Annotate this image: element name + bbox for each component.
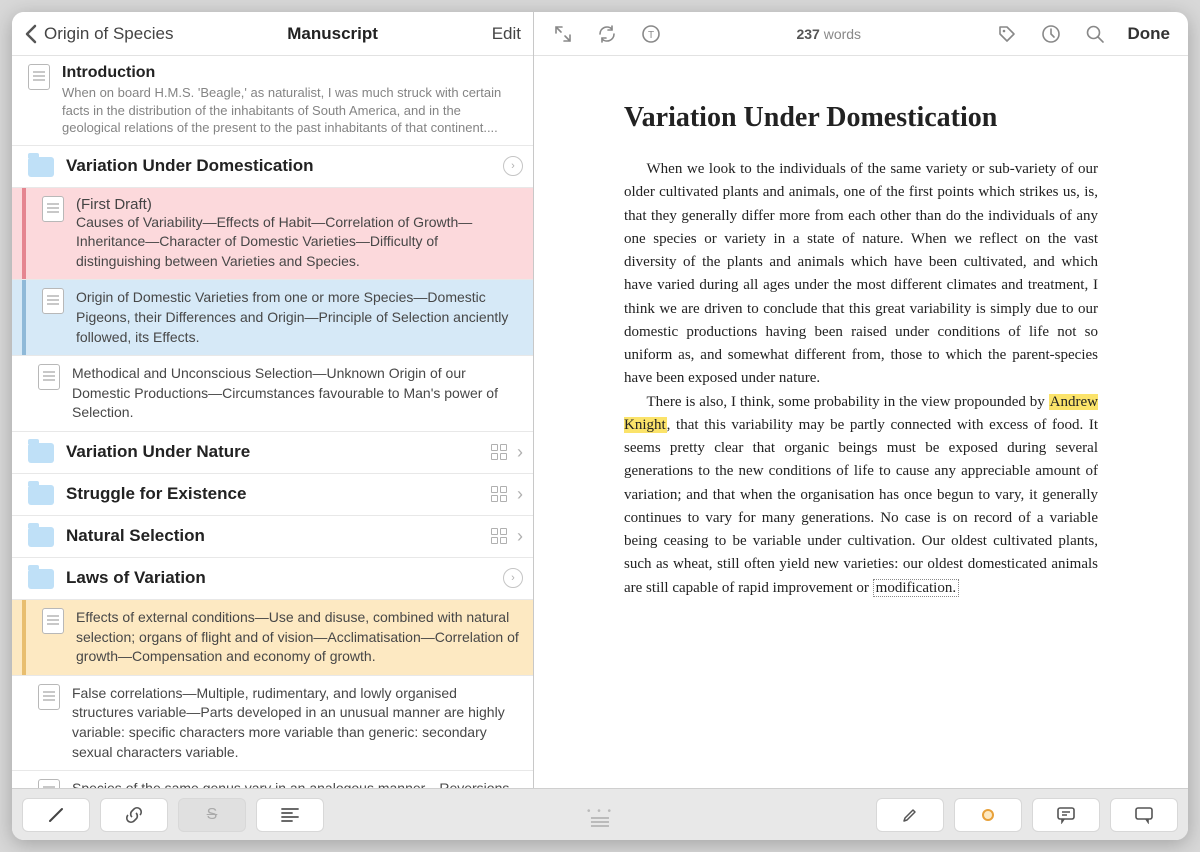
breadcrumb[interactable]: Origin of Species: [44, 24, 173, 44]
comment-button[interactable]: [1032, 798, 1100, 832]
document-icon: [42, 608, 64, 634]
document-title: Variation Under Domestication: [624, 102, 1098, 134]
item-text: Species of the same genus vary in an ana…: [72, 779, 519, 788]
document-icon: [28, 64, 50, 90]
para2a: There is also, I think, some probability…: [647, 394, 1049, 410]
folder-icon: [28, 443, 54, 463]
link-button[interactable]: [100, 798, 168, 832]
folder-title: Variation Under Domestication: [66, 156, 491, 176]
strikethrough-button[interactable]: S: [178, 798, 246, 832]
list-item-introduction[interactable]: Introduction When on board H.M.S. 'Beagl…: [12, 56, 533, 146]
item-desc: When on board H.M.S. 'Beagle,' as natura…: [62, 84, 519, 137]
compose-button[interactable]: [22, 798, 90, 832]
folder-title: Variation Under Nature: [66, 442, 479, 462]
disclosure-chevron-icon[interactable]: ›: [503, 156, 523, 176]
highlighter-button[interactable]: [876, 798, 944, 832]
sidebar-title: Manuscript: [177, 24, 487, 44]
bottom-toolbar: S • • •: [12, 788, 1188, 840]
editor-panel: T 237 words Done Variation Under Domesti…: [534, 12, 1188, 788]
document-icon: [38, 779, 60, 788]
folder-variation-domestication[interactable]: Variation Under Domestication ›: [12, 146, 533, 188]
document-icon: [38, 364, 60, 390]
item-text: False correlations—Multiple, rudimentary…: [72, 684, 519, 762]
align-button[interactable]: [256, 798, 324, 832]
search-icon[interactable]: [1084, 23, 1106, 45]
folder-icon: [28, 527, 54, 547]
document-icon: [42, 288, 64, 314]
back-chevron-icon[interactable]: [24, 24, 38, 44]
svg-text:T: T: [648, 30, 654, 41]
color-bar: [22, 280, 26, 355]
sidebar-list[interactable]: Introduction When on board H.M.S. 'Beagl…: [12, 56, 533, 788]
history-icon[interactable]: [1040, 23, 1062, 45]
chat-button[interactable]: [1110, 798, 1178, 832]
app-window: Origin of Species Manuscript Edit Introd…: [12, 12, 1188, 840]
expand-icon[interactable]: [552, 23, 574, 45]
word-count: 237 words: [796, 26, 861, 42]
color-button[interactable]: [954, 798, 1022, 832]
editor-header: T 237 words Done: [534, 12, 1188, 56]
item-text: Origin of Domestic Varieties from one or…: [76, 288, 519, 347]
item-subtitle: (First Draft): [76, 196, 519, 213]
folder-title: Natural Selection: [66, 526, 479, 546]
color-bar: [22, 600, 26, 675]
folder-variation-nature[interactable]: Variation Under Nature ›: [12, 432, 533, 474]
list-item[interactable]: (First Draft) Causes of Variability—Effe…: [12, 188, 533, 281]
edit-button[interactable]: Edit: [492, 24, 521, 44]
document-icon: [38, 684, 60, 710]
drag-handle-icon[interactable]: • • •: [587, 806, 613, 823]
list-item[interactable]: Origin of Domestic Varieties from one or…: [12, 280, 533, 356]
item-text: Methodical and Unconscious Selection—Unk…: [72, 364, 519, 423]
list-item[interactable]: False correlations—Multiple, rudimentary…: [12, 676, 533, 771]
folder-icon: [28, 485, 54, 505]
done-button[interactable]: Done: [1128, 24, 1171, 44]
grid-icon: [491, 528, 507, 544]
editor-body[interactable]: Variation Under Domestication When we lo…: [534, 56, 1188, 788]
folder-struggle-existence[interactable]: Struggle for Existence ›: [12, 474, 533, 516]
cursor-word: modification.: [873, 579, 959, 597]
folder-icon: [28, 569, 54, 589]
para2b: , that this variability may be partly co…: [624, 417, 1098, 596]
document-text[interactable]: When we look to the individuals of the s…: [624, 158, 1098, 600]
grid-icon: [491, 444, 507, 460]
grid-icon: [491, 486, 507, 502]
folder-title: Struggle for Existence: [66, 484, 479, 504]
para1: When we look to the individuals of the s…: [624, 161, 1098, 386]
item-text: Causes of Variability—Effects of Habit—C…: [76, 213, 519, 272]
item-title: Introduction: [62, 64, 519, 82]
list-item[interactable]: Species of the same genus vary in an ana…: [12, 771, 533, 788]
tag-icon[interactable]: [996, 23, 1018, 45]
list-item[interactable]: Effects of external conditions—Use and d…: [12, 600, 533, 676]
folder-natural-selection[interactable]: Natural Selection ›: [12, 516, 533, 558]
sidebar-header: Origin of Species Manuscript Edit: [12, 12, 533, 56]
chevron-right-icon[interactable]: ›: [517, 442, 523, 463]
folder-icon: [28, 157, 54, 177]
folder-title: Laws of Variation: [66, 568, 491, 588]
chevron-right-icon[interactable]: ›: [517, 484, 523, 505]
sidebar: Origin of Species Manuscript Edit Introd…: [12, 12, 534, 788]
item-text: Effects of external conditions—Use and d…: [76, 608, 519, 667]
sync-icon[interactable]: [596, 23, 618, 45]
typewriter-icon[interactable]: T: [640, 23, 662, 45]
chevron-right-icon[interactable]: ›: [517, 526, 523, 547]
disclosure-chevron-icon[interactable]: ›: [503, 568, 523, 588]
list-item[interactable]: Methodical and Unconscious Selection—Unk…: [12, 356, 533, 432]
color-bar: [22, 188, 26, 280]
main-area: Origin of Species Manuscript Edit Introd…: [12, 12, 1188, 788]
document-icon: [42, 196, 64, 222]
folder-laws-variation[interactable]: Laws of Variation ›: [12, 558, 533, 600]
